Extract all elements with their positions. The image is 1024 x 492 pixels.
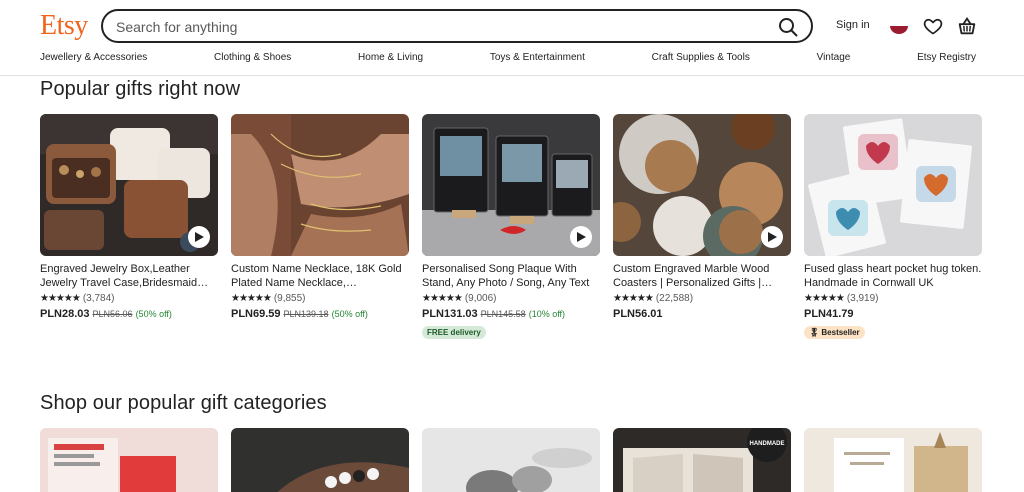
category-carousel: HANDMADE (40, 428, 984, 492)
price-row: PLN28.03 PLN56.06 (50% off) (40, 306, 218, 322)
nav-craft-supplies[interactable]: Craft Supplies & Tools (652, 52, 750, 68)
product-image[interactable] (40, 114, 218, 256)
product-title[interactable]: Custom Name Necklace, 18K Gold Plated Na… (231, 262, 409, 290)
nav-clothing[interactable]: Clothing & Shoes (214, 52, 291, 68)
etsy-logo[interactable]: Etsy (40, 10, 88, 42)
category-tile[interactable] (40, 428, 218, 492)
category-tile[interactable]: HANDMADE (613, 428, 791, 492)
search-icon[interactable] (777, 16, 799, 38)
product-price: PLN69.59 (231, 308, 281, 320)
nav-vintage[interactable]: Vintage (817, 52, 851, 68)
review-count: (9,855) (273, 293, 306, 304)
product-image[interactable] (613, 114, 791, 256)
category-tile[interactable] (804, 428, 982, 492)
review-count: (22,588) (655, 293, 694, 304)
price-row: PLN41.79 (804, 306, 982, 322)
favorites-heart-icon[interactable] (923, 16, 943, 36)
review-count: (9,006) (464, 293, 497, 304)
play-video-icon[interactable] (188, 226, 210, 248)
product-title[interactable]: Engraved Jewelry Box,Leather Jewelry Tra… (40, 262, 218, 290)
bestseller-badge: 🎖 Bestseller (804, 326, 865, 339)
price-row: PLN69.59 PLN139.18 (50% off) (231, 306, 409, 322)
star-rating-icon: ★★★★★ (804, 293, 845, 304)
product-carousel: Engraved Jewelry Box,Leather Jewelry Tra… (40, 114, 984, 340)
search-input[interactable] (116, 17, 756, 37)
product-card[interactable]: Custom Name Necklace, 18K Gold Plated Na… (231, 114, 409, 340)
product-card[interactable]: Fused glass heart pocket hug token. Hand… (804, 114, 982, 340)
popular-gifts-heading: Popular gifts right now (40, 78, 241, 100)
original-price: PLN56.06 (92, 309, 133, 319)
discount-percent: (50% off) (135, 309, 172, 319)
product-image[interactable] (422, 114, 600, 256)
category-tile[interactable] (422, 428, 600, 492)
search-bar[interactable] (101, 9, 813, 43)
product-price: PLN41.79 (804, 308, 854, 320)
star-rating-icon: ★★★★★ (40, 293, 81, 304)
gift-categories-heading: Shop our popular gift categories (40, 392, 327, 414)
bestseller-label: Bestseller (821, 328, 860, 337)
nav-home-living[interactable]: Home & Living (358, 52, 423, 68)
product-rating: ★★★★★ (9,855) (231, 292, 409, 306)
category-nav: Jewellery & Accessories Clothing & Shoes… (40, 52, 976, 68)
product-title[interactable]: Fused glass heart pocket hug token. Hand… (804, 262, 982, 290)
nav-toys[interactable]: Toys & Entertainment (490, 52, 585, 68)
original-price: PLN145.58 (480, 309, 526, 319)
discount-percent: (50% off) (331, 309, 368, 319)
product-price: PLN28.03 (40, 308, 90, 320)
sign-in-link[interactable]: Sign in (836, 19, 870, 31)
product-rating: ★★★★★ (3,919) (804, 292, 982, 306)
play-video-icon[interactable] (570, 226, 592, 248)
product-image[interactable] (231, 114, 409, 256)
product-card[interactable]: Engraved Jewelry Box,Leather Jewelry Tra… (40, 114, 218, 340)
free-delivery-badge: FREE delivery (422, 326, 486, 339)
bestseller-ribbon-icon: 🎖 (809, 328, 822, 337)
category-tile[interactable] (231, 428, 409, 492)
review-count: (3,784) (82, 293, 115, 304)
nav-jewellery[interactable]: Jewellery & Accessories (40, 52, 147, 68)
region-flag-icon[interactable] (890, 18, 908, 34)
product-price: PLN131.03 (422, 308, 478, 320)
handmade-badge: HANDMADE (750, 441, 785, 447)
star-rating-icon: ★★★★★ (422, 293, 463, 304)
product-image[interactable] (804, 114, 982, 256)
nav-registry[interactable]: Etsy Registry (917, 52, 976, 68)
product-rating: ★★★★★ (9,006) (422, 292, 600, 306)
product-card[interactable]: Personalised Song Plaque With Stand, Any… (422, 114, 600, 340)
product-price: PLN56.01 (613, 308, 663, 320)
product-rating: ★★★★★ (3,784) (40, 292, 218, 306)
price-row: PLN131.03 PLN145.58 (10% off) (422, 306, 600, 322)
cart-basket-icon[interactable] (956, 15, 978, 37)
price-row: PLN56.01 (613, 306, 791, 322)
product-title[interactable]: Personalised Song Plaque With Stand, Any… (422, 262, 600, 290)
product-card[interactable]: Custom Engraved Marble Wood Coasters | P… (613, 114, 791, 340)
discount-percent: (10% off) (528, 309, 566, 319)
play-video-icon[interactable] (761, 226, 783, 248)
original-price: PLN139.18 (283, 309, 329, 319)
star-rating-icon: ★★★★★ (613, 293, 654, 304)
star-rating-icon: ★★★★★ (231, 293, 272, 304)
product-title[interactable]: Custom Engraved Marble Wood Coasters | P… (613, 262, 791, 290)
site-header: Etsy Sign in Jewellery & Accessories Clo… (0, 0, 1024, 76)
review-count: (3,919) (846, 293, 879, 304)
product-rating: ★★★★★ (22,588) (613, 292, 791, 306)
